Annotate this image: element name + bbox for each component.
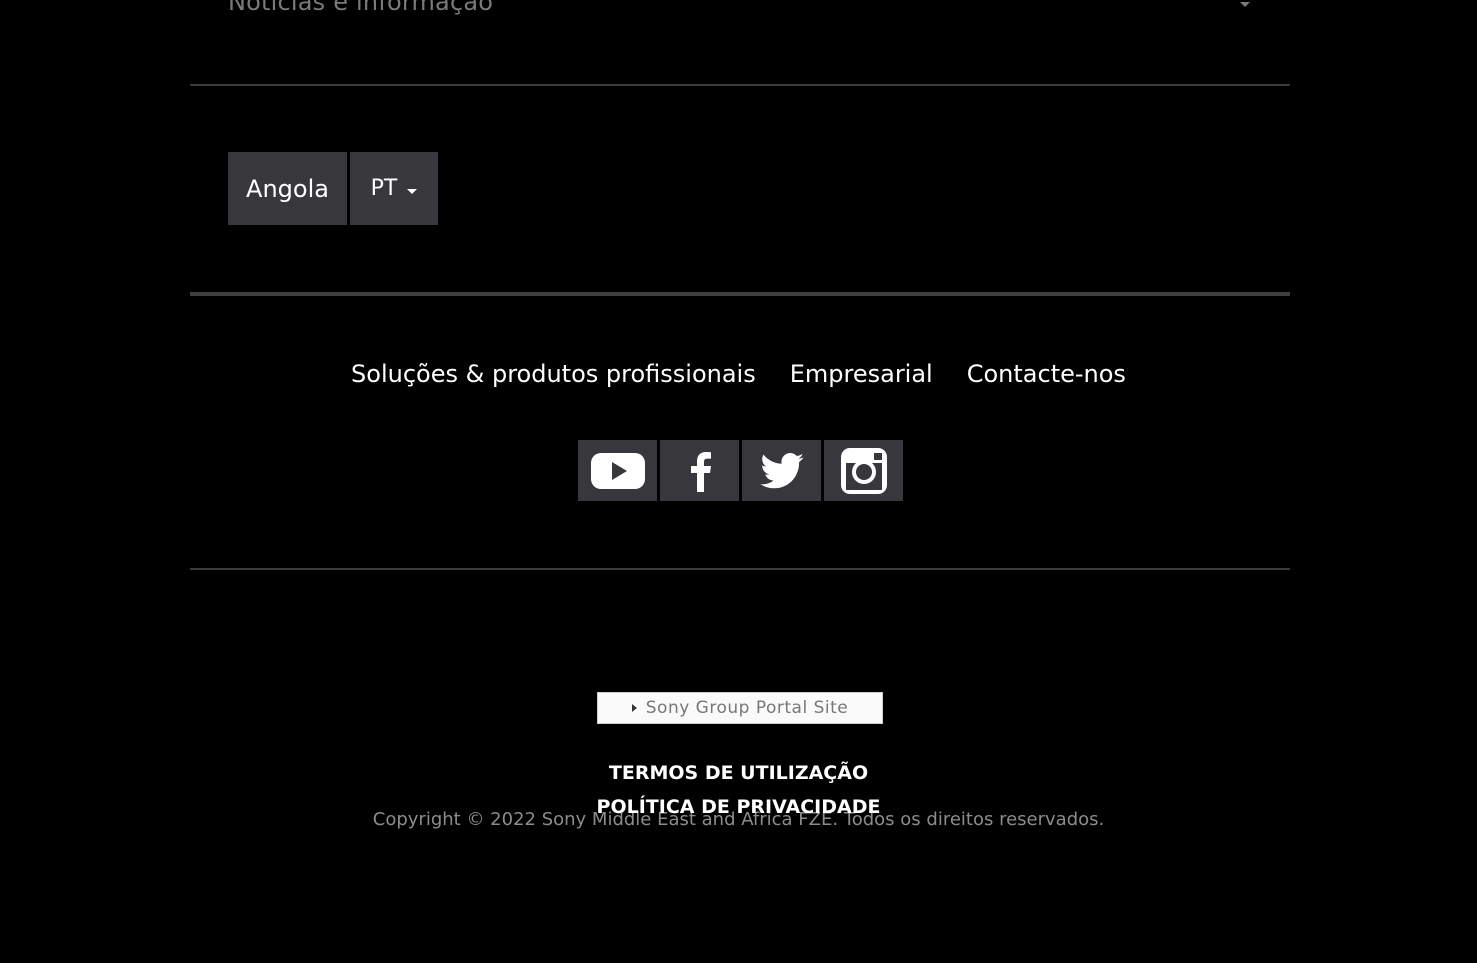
chevron-down-icon <box>407 189 418 194</box>
facebook-icon <box>690 451 711 492</box>
sony-group-portal-link[interactable]: Sony Group Portal Site <box>597 692 883 724</box>
divider <box>190 292 1290 296</box>
instagram-button[interactable] <box>824 440 903 501</box>
twitter-button[interactable] <box>742 440 821 501</box>
instagram-icon <box>840 447 887 494</box>
language-dropdown[interactable]: PT <box>350 152 438 225</box>
news-accordion[interactable]: Notícias e informação <box>190 0 1290 86</box>
social-links <box>578 440 903 501</box>
portal-banner-label: Sony Group Portal Site <box>645 698 849 718</box>
youtube-button[interactable] <box>578 440 657 501</box>
locale-selector: Angola PT <box>228 152 438 225</box>
terms-link[interactable]: TERMOS DE UTILIZAÇÃO <box>0 762 1477 784</box>
youtube-icon <box>590 452 645 489</box>
play-arrow-icon <box>631 704 637 712</box>
divider <box>190 568 1290 570</box>
news-accordion-label: Notícias e informação <box>228 0 494 16</box>
country-button[interactable]: Angola <box>228 152 347 225</box>
facebook-button[interactable] <box>660 440 739 501</box>
language-label: PT <box>370 176 398 201</box>
chevron-down-icon <box>1240 2 1250 7</box>
privacy-link[interactable]: POLÍTICA DE PRIVACIDADE <box>0 796 1477 818</box>
footer-link-professional[interactable]: Soluções & produtos profissionais <box>351 360 756 388</box>
twitter-icon <box>759 452 804 488</box>
footer-nav: Soluções & produtos profissionais Empres… <box>0 360 1477 388</box>
footer-link-contact[interactable]: Contacte-nos <box>967 360 1126 388</box>
country-label: Angola <box>246 174 329 203</box>
footer-link-corporate[interactable]: Empresarial <box>790 360 933 388</box>
